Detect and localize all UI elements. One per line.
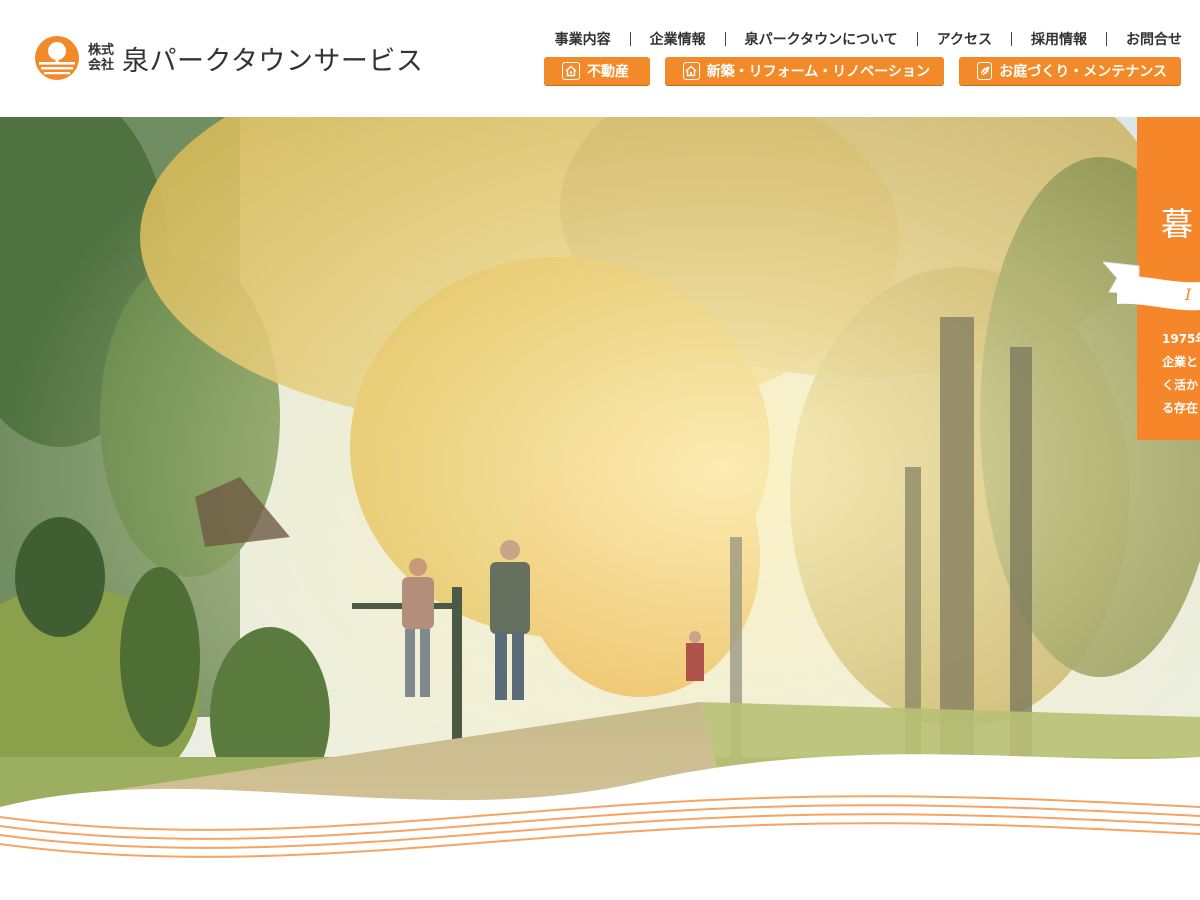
side-card-line: 1975年 [1162,332,1200,346]
real-estate-label: 不動産 [587,64,629,80]
nav-business[interactable]: 事業内容 [555,29,611,49]
side-card-line: る存在 [1162,401,1199,415]
site-logo[interactable]: 株式 会社 泉パークタウンサービス [34,35,423,81]
intro-side-card[interactable]: 暮 I 1975年 企業と く活か る存在 [1103,117,1200,440]
side-card-heading: 暮 [1161,205,1194,243]
renovation-button[interactable]: 新築・リフォーム・リノベーション [665,57,944,85]
nav-divider [916,32,918,46]
corp-line-1: 株式 [88,43,115,58]
nav-recruit[interactable]: 採用情報 [1031,29,1087,49]
nav-contact[interactable]: お問合せ [1126,29,1182,49]
nav-divider [1011,32,1012,46]
nav-divider [1106,32,1107,46]
corporation-label: 株式 会社 [88,43,114,73]
corp-line-2: 会社 [88,58,115,73]
real-estate-button[interactable]: 不動産 [544,57,650,85]
side-card-line: 企業と [1162,355,1199,369]
house-icon [683,62,700,80]
nav-divider [724,32,726,46]
site-header: 株式 会社 泉パークタウンサービス 事業内容 企業情報 泉パークタウンについて … [0,0,1200,117]
service-navigation: 不動産 新築・リフォーム・リノベーション お庭づくり・メンテナンス [544,57,1181,85]
ribbon-text: I [1185,285,1192,304]
side-card-line: く活か [1162,378,1199,392]
garden-label: お庭づくり・メンテナンス [999,64,1167,80]
nav-about-parktown[interactable]: 泉パークタウンについて [745,29,898,49]
hero-image [0,117,1200,900]
autumn-path-scene [0,117,1200,900]
renovation-label: 新築・リフォーム・リノベーション [706,64,930,80]
top-navigation: 事業内容 企業情報 泉パークタウンについて アクセス 採用情報 お問合せ [555,29,1182,49]
nav-company[interactable]: 企業情報 [650,29,706,49]
house-key-icon [562,62,580,80]
side-card-text: 1975年 企業と く活か る存在 [1162,328,1200,420]
leaf-icon [977,62,993,80]
company-name: 泉パークタウンサービス [122,45,424,77]
tree-sun-icon [35,36,79,80]
garden-button[interactable]: お庭づくり・メンテナンス [959,57,1181,85]
nav-divider [629,32,631,46]
nav-access[interactable]: アクセス [937,29,992,49]
